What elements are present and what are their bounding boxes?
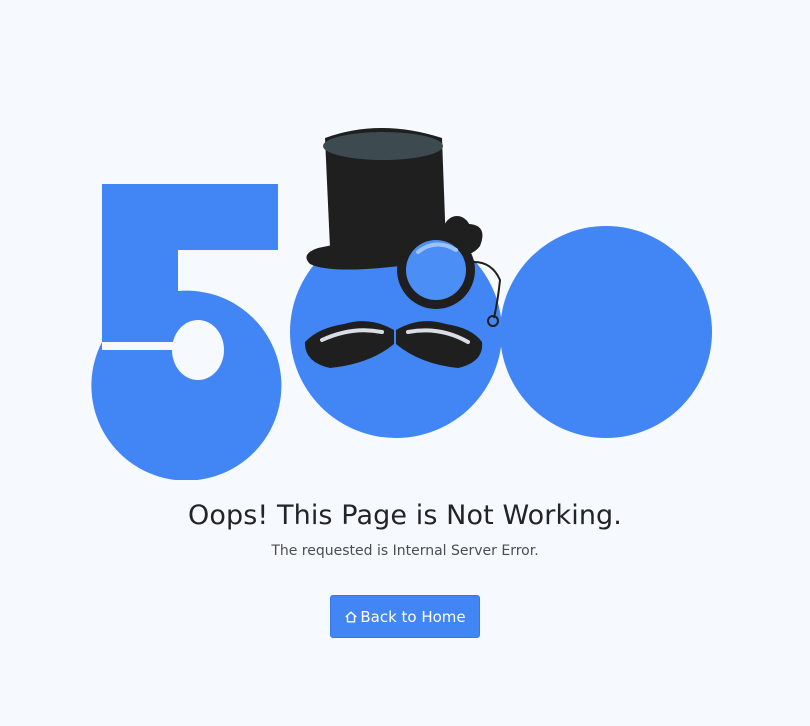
digit-five-notch [102,342,180,350]
digit-five-counter [172,320,224,380]
digit-zero-second [500,226,712,438]
home-icon [344,610,358,624]
error-title: Oops! This Page is Not Working. [188,500,622,531]
error-500-illustration [91,128,712,480]
back-to-home-label: Back to Home [360,607,466,626]
error-page: Oops! This Page is Not Working. The requ… [0,0,810,726]
error-message: The requested is Internal Server Error. [271,543,539,559]
back-to-home-button[interactable]: Back to Home [330,595,480,638]
